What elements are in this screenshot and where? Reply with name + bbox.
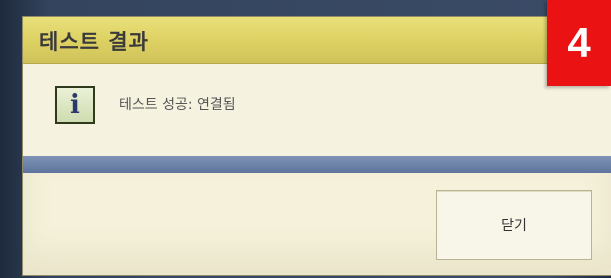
dialog-separator [23, 156, 611, 173]
step-number-badge: 4 [547, 0, 611, 86]
dialog-title: 테스트 결과 [39, 30, 149, 54]
info-icon: i [55, 86, 95, 124]
test-result-dialog: 테스트 결과 i 테스트 성공: 연결됨 닫기 [22, 16, 611, 276]
dialog-titlebar: 테스트 결과 [23, 17, 611, 64]
close-button[interactable]: 닫기 [436, 190, 592, 260]
info-icon-glyph: i [70, 90, 80, 120]
result-message: 테스트 성공: 연결됨 [119, 97, 236, 113]
dialog-body: i 테스트 성공: 연결됨 [23, 64, 611, 156]
dialog-footer: 닫기 [23, 173, 611, 275]
screen: 테스트 결과 i 테스트 성공: 연결됨 닫기 4 [0, 0, 611, 278]
